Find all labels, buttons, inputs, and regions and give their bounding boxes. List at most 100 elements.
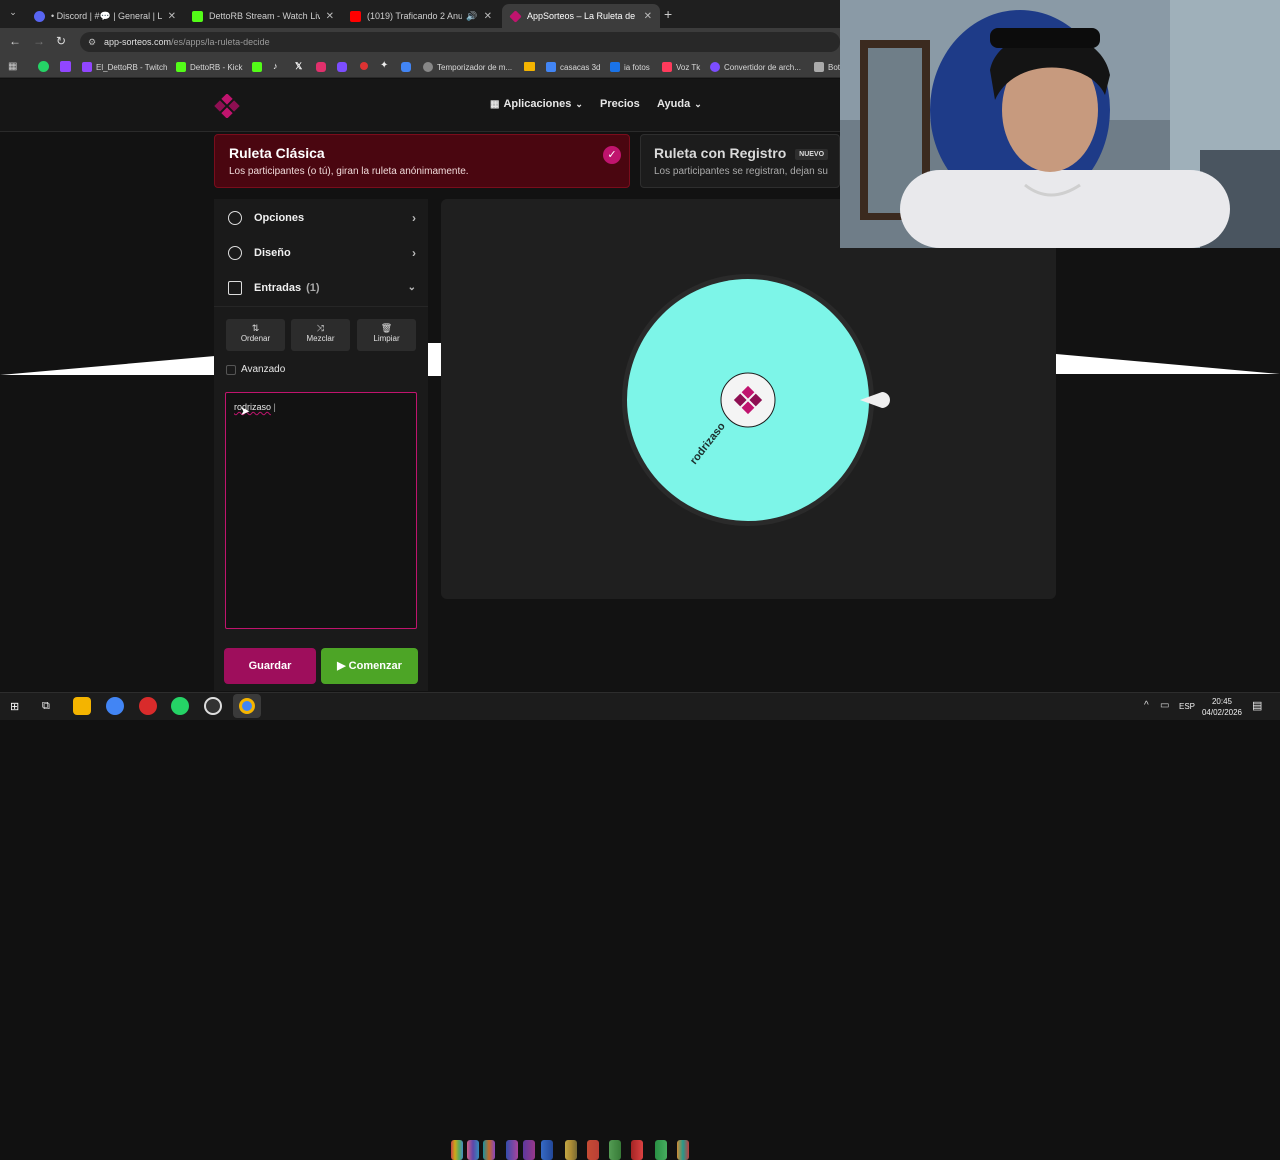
file-explorer-icon[interactable] [73,697,91,715]
browser-tab-youtube[interactable]: (1019) Traficando 2 Anuel A 🔊 ✕ [342,4,500,28]
tray-chevron-up-icon[interactable]: ^ [1144,700,1149,711]
browser-tab-kick[interactable]: DettoRB Stream - Watch Live o ✕ [184,4,342,28]
bookmark-kick[interactable]: DettoRB - Kick [176,60,242,74]
advanced-label[interactable]: Avanzado [241,364,285,375]
kick-icon [176,62,186,72]
save-label: Guardar [248,660,292,672]
gift-icon [228,280,242,295]
sidebar-item-diseno[interactable]: Diseño › [214,235,428,270]
shuffle-label: Mezclar [306,334,335,343]
tiktok-bookmark-icon[interactable]: ♪ [273,61,278,71]
wheel[interactable]: rodrizaso [620,270,910,530]
theme-swatch[interactable] [565,1140,577,1160]
close-icon[interactable]: ✕ [326,11,334,22]
chrome-active-glyph-icon [239,698,255,714]
sparkle-bookmark-icon[interactable]: ✦ [380,60,388,71]
entries-textarea[interactable]: rodrizaso | [225,392,417,629]
start-button[interactable]: ▶ Comenzar [321,648,418,684]
site-info-icon[interactable]: ⚙ [88,32,96,52]
forward-icon[interactable]: → [33,34,45,48]
appsorteos-icon [509,9,522,23]
close-icon[interactable]: ✕ [168,11,176,22]
sidebar-item-opciones[interactable]: Opciones › [214,200,428,235]
save-button[interactable]: Guardar [224,648,316,684]
whatsapp-bookmark-icon[interactable] [38,61,49,72]
tab-search-button[interactable]: ⌄ [6,7,20,21]
twitch-bookmark-icon[interactable] [60,61,71,72]
theme-swatch[interactable] [655,1140,667,1160]
notifications-icon[interactable]: ▤ [1252,699,1262,712]
whatsapp-taskbar-icon[interactable] [171,697,189,715]
network-icon[interactable]: ▭ [1160,700,1169,711]
bookmark-casacas[interactable]: casacas 3d [546,60,600,74]
browser-tab-appsorteos[interactable]: AppSorteos – La Ruleta de la S ✕ [502,4,660,28]
browser-tab-discord[interactable]: • Discord | #💬 | General | La R ✕ [26,4,184,28]
theme-swatch[interactable] [506,1140,518,1160]
bookmark-twitch[interactable]: El_DettoRB - Twitch [82,60,167,74]
obs-taskbar-icon[interactable] [204,697,222,715]
ia-fotos-icon [610,62,620,72]
nav-aplicaciones[interactable]: ▦ Aplicaciones ⌄ [490,98,583,110]
mode-card-subtitle: Los participantes (o tú), giran la rulet… [229,166,469,177]
instagram-bookmark-icon[interactable] [316,62,326,72]
sort-button[interactable]: ⇅ Ordenar [226,319,285,351]
theme-swatch[interactable] [609,1140,621,1160]
chrome-taskbar-icon[interactable] [106,697,124,715]
mode-card-classic[interactable]: Ruleta Clásica Los participantes (o tú),… [214,134,630,188]
x-bookmark-icon[interactable]: 𝕏 [295,61,302,72]
text-cursor: | [271,402,276,412]
mode-card-title: Ruleta Clásica [229,145,325,161]
appsorteos-logo[interactable] [214,93,324,119]
nav-precios[interactable]: Precios [600,98,640,110]
trash-icon: 🗑 [380,323,393,333]
theme-swatch[interactable] [451,1140,463,1160]
canva-bookmark-icon[interactable] [337,62,347,72]
close-icon[interactable]: ✕ [644,11,652,22]
bookmark-label: Temporizador de m... [437,62,513,72]
wheel-hub[interactable] [720,372,776,428]
decorative-band-right [1056,354,1280,374]
nav-label: Aplicaciones [503,98,572,110]
address-bar[interactable]: ⚙ app-sorteos.com/es/apps/la-ruleta-deci… [80,32,840,52]
shuffle-button[interactable]: ⤨ Mezclar [291,319,350,351]
bookmark-timer[interactable]: Temporizador de m... [423,60,512,74]
theme-swatch[interactable] [677,1140,689,1160]
clock-date: 04/02/2026 [1201,708,1243,717]
play-icon: ▶ [337,660,346,672]
kick-bookmark-icon[interactable] [252,62,262,72]
folder-bookmark-icon[interactable] [524,62,535,71]
google-bookmark-icon[interactable] [401,62,411,72]
task-view-icon[interactable]: ⧉ [42,700,50,713]
bookmark-voz-tk[interactable]: Voz Tk [662,60,700,74]
theme-color-strip[interactable] [451,570,699,1160]
bookmark-ia-fotos[interactable]: ia fotos [610,60,650,74]
language-indicator[interactable]: ESP [1179,702,1195,711]
bookmark-convertidor[interactable]: Convertidor de arch... [710,60,801,74]
theme-swatch[interactable] [523,1140,535,1160]
url-host: app-sorteos.com [104,37,172,47]
apps-grid-icon[interactable]: ▦ [8,61,17,72]
back-icon[interactable]: ← [9,34,21,48]
theme-swatch[interactable] [631,1140,643,1160]
bookmark-label: Bot [828,62,841,72]
mode-card-subtitle: Los participantes se registran, dejan su [654,166,828,177]
bookmark-bot[interactable]: Bot [814,60,840,74]
reload-icon[interactable]: ↻ [56,34,66,48]
close-icon[interactable]: ✕ [484,11,492,22]
theme-swatch[interactable] [541,1140,553,1160]
speaker-icon[interactable]: 🔊 [466,11,477,22]
clock[interactable]: 20:45 04/02/2026 [1200,696,1244,718]
theme-swatch[interactable] [587,1140,599,1160]
theme-swatch[interactable] [483,1140,495,1160]
clear-button[interactable]: 🗑 Limpiar [357,319,416,351]
convertidor-icon [710,62,720,72]
generic-bookmark-icon[interactable] [360,62,368,70]
app-taskbar-icon[interactable] [139,697,157,715]
sidebar-item-entradas[interactable]: Entradas (1) ⌄ [214,270,428,305]
windows-start-icon[interactable]: ⊞ [10,700,19,713]
nav-ayuda[interactable]: Ayuda ⌄ [657,98,702,110]
mode-card-registro[interactable]: Ruleta con Registro NUEVO Los participan… [640,134,840,188]
advanced-checkbox[interactable] [226,365,236,375]
theme-swatch[interactable] [467,1140,479,1160]
new-tab-button[interactable]: + [664,6,672,22]
